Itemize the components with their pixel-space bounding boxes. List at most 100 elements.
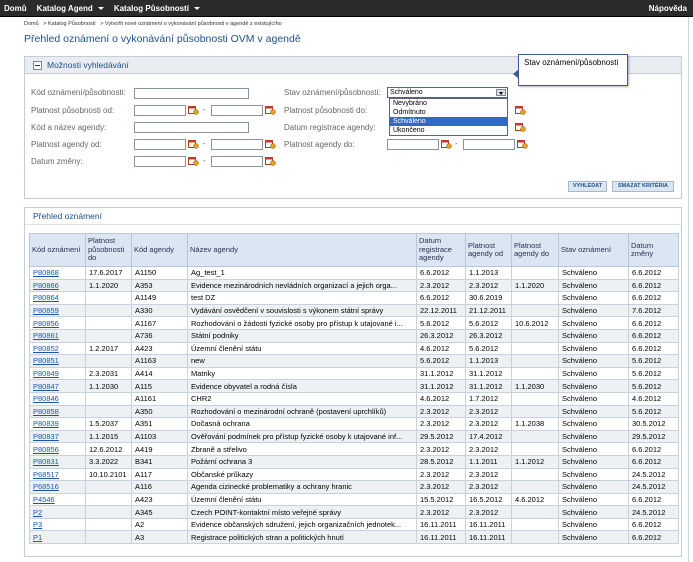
- table-row[interactable]: P80859 A330 Vydávání osvědčení v souvislos…: [29, 303, 679, 318]
- table-row[interactable]: P80847 1.1.2030 A115 Evidence obyvatel a ro…: [29, 379, 679, 393]
- nav-item-1[interactable]: Katalog Agend: [37, 4, 104, 13]
- stav-select[interactable]: Schváleno: [387, 87, 508, 98]
- table-row[interactable]: P80831 3.3.2022 B341 Požární ochrana 3 28.5.…: [29, 454, 679, 469]
- stav-option[interactable]: Odmítnuto: [390, 108, 507, 117]
- stav-option[interactable]: Ukončeno: [390, 126, 507, 135]
- table-cell: Schváleno: [558, 379, 629, 393]
- table-row[interactable]: P1 A3 Registrace politických stran a polit…: [29, 530, 679, 545]
- notice-code-link[interactable]: P80859: [29, 303, 86, 318]
- notice-code-link[interactable]: P80852: [29, 341, 86, 356]
- table-cell: Schváleno: [558, 417, 629, 431]
- notice-code-link[interactable]: P80868: [29, 266, 86, 280]
- column-header[interactable]: Platnost agendy do: [511, 233, 559, 267]
- calendar-icon[interactable]: [265, 156, 276, 166]
- table-row[interactable]: P80861 A736 Státní podniky 26.3.2012 26.3.20…: [29, 328, 679, 343]
- table-row[interactable]: P80866 1.1.2020 A353 Evidence mezinárodních…: [29, 278, 679, 293]
- calendar-icon[interactable]: [188, 105, 199, 115]
- notice-code-link[interactable]: P68517: [29, 467, 86, 482]
- table-cell: 2.3.2012: [416, 505, 466, 519]
- notice-code-link[interactable]: P80861: [29, 328, 86, 343]
- column-header[interactable]: Datum registrace agendy: [416, 233, 466, 267]
- help-link[interactable]: Nápověda: [649, 0, 687, 17]
- column-header[interactable]: Platnost agendy od: [465, 233, 512, 267]
- notice-code-link[interactable]: P80864: [29, 291, 86, 305]
- table-row[interactable]: P80868 17.6.2017 A1150 Ag_test_1 6.6.2012 1.1…: [29, 266, 679, 280]
- datum-zmeny-to-input[interactable]: [211, 156, 263, 167]
- notice-code-link[interactable]: P4546: [29, 492, 86, 507]
- platnost-pusobnosti-od-to-input[interactable]: [211, 105, 263, 116]
- notice-code-link[interactable]: P3: [29, 517, 86, 532]
- table-cell: Schváleno: [558, 480, 629, 494]
- table-row[interactable]: P80856 A1167 Rozhodování o žádosti fyzické…: [29, 316, 679, 330]
- table-row[interactable]: P80851 A1163 new 5.6.2012 1.1.2013 Schváleno 5…: [29, 354, 679, 368]
- nav-item-2[interactable]: Katalog Působností: [114, 4, 200, 13]
- table-row[interactable]: P80858 A350 Rozhodování o mezinárodní ochr…: [29, 404, 679, 419]
- notice-code-link[interactable]: P80837: [29, 429, 86, 444]
- column-header[interactable]: Kód oznámení: [29, 233, 86, 267]
- calendar-icon[interactable]: [188, 156, 199, 166]
- platnost-agendy-do-from-input[interactable]: [387, 139, 439, 150]
- datum-zmeny-from-input[interactable]: [134, 156, 186, 167]
- table-cell: 2.3.2012: [416, 442, 466, 456]
- search-button[interactable]: VYHLEDAT: [568, 181, 607, 192]
- nav-item-0[interactable]: Domů: [4, 4, 27, 13]
- platnost-agendy-do-to-input[interactable]: [463, 139, 515, 150]
- table-row[interactable]: P80864 A1149 test DZ 6.6.2012 30.6.2019 Schvá…: [29, 291, 679, 305]
- table-row[interactable]: P80846 A1161 CHR2 4.6.2012 1.7.2012 Schváleno…: [29, 391, 679, 406]
- column-header[interactable]: Název agendy: [187, 233, 417, 267]
- notice-code-link[interactable]: P80851: [29, 354, 86, 368]
- notice-code-link[interactable]: P80866: [29, 278, 86, 293]
- notice-code-link[interactable]: P80856: [29, 442, 86, 456]
- calendar-icon[interactable]: [441, 139, 452, 149]
- table-cell: Schváleno: [558, 517, 629, 532]
- table-cell: Zbraně a střelivo: [187, 442, 417, 456]
- table-cell: A1150: [131, 266, 188, 280]
- platnost-agendy-od-from-input[interactable]: [134, 139, 186, 150]
- chevron-down-icon[interactable]: [496, 89, 506, 96]
- kod-oznameni-input[interactable]: [134, 88, 249, 99]
- notice-code-link[interactable]: P80847: [29, 379, 86, 393]
- notice-code-link[interactable]: P2: [29, 505, 86, 519]
- table-row[interactable]: P80856 12.6.2012 A419 Zbraně a střelivo 2.3.…: [29, 442, 679, 456]
- column-header[interactable]: Stav oznámení: [558, 233, 629, 267]
- notice-code-link[interactable]: P80849: [29, 366, 86, 381]
- table-row[interactable]: P80839 1.5.2037 A351 Dočasná ochrana 2.3.201…: [29, 417, 679, 431]
- kod-nazev-agendy-input[interactable]: [134, 122, 249, 133]
- table-cell: 1.1.2020: [85, 278, 132, 293]
- table-row[interactable]: P4546 A423 Územní členění státu 15.5.2012 16…: [29, 492, 679, 507]
- table-cell: 1.1.2030: [85, 379, 132, 393]
- notice-code-link[interactable]: P80858: [29, 404, 86, 419]
- table-row[interactable]: P68516 A116 Agenda cizinecké problematiky …: [29, 480, 679, 494]
- table-row[interactable]: P2 A345 Czech POINT-kontaktní místo veřejn…: [29, 505, 679, 519]
- notice-code-link[interactable]: P68516: [29, 480, 86, 494]
- notice-code-link[interactable]: P80831: [29, 454, 86, 469]
- calendar-icon[interactable]: [517, 139, 528, 149]
- column-header[interactable]: Datum změny: [628, 233, 679, 267]
- table-row[interactable]: P68517 10.10.2101 A117 Občanské průkazy 2.3.…: [29, 467, 679, 482]
- column-header[interactable]: Kód agendy: [131, 233, 188, 267]
- calendar-icon[interactable]: [515, 105, 526, 115]
- calendar-icon[interactable]: [188, 139, 199, 149]
- breadcrumb-katalog[interactable]: > Katalog Působností: [43, 21, 95, 27]
- stav-option[interactable]: Nevybráno: [390, 99, 507, 108]
- calendar-icon[interactable]: [515, 122, 526, 132]
- table-row[interactable]: P80837 1.1.2015 A1103 Ověřování podmínek pr…: [29, 429, 679, 444]
- table-row[interactable]: P80849 2.3.2031 A414 Matriky 31.1.2012 31.1.2…: [29, 366, 679, 381]
- notice-code-link[interactable]: P80856: [29, 316, 86, 330]
- table-cell: 31.1.2012: [465, 379, 512, 393]
- calendar-icon[interactable]: [265, 105, 276, 115]
- notice-code-link[interactable]: P80846: [29, 391, 86, 406]
- table-row[interactable]: P80852 1.2.2017 A423 Územní členění státu 4.…: [29, 341, 679, 356]
- clear-criteria-button[interactable]: SMAZAT KRITÉRIA: [612, 181, 674, 192]
- table-row[interactable]: P3 A2 Evidence občanských sdružení, jejich…: [29, 517, 679, 532]
- notice-code-link[interactable]: P80839: [29, 417, 86, 431]
- breadcrumb-home[interactable]: Domů: [24, 21, 39, 27]
- column-header[interactable]: Platnost působnosti do: [85, 233, 132, 267]
- platnost-agendy-od-to-input[interactable]: [211, 139, 263, 150]
- platnost-pusobnosti-od-from-input[interactable]: [134, 105, 186, 116]
- table-cell: Schváleno: [558, 366, 629, 381]
- calendar-icon[interactable]: [265, 139, 276, 149]
- notice-code-link[interactable]: P1: [29, 530, 86, 545]
- collapse-icon[interactable]: [33, 60, 42, 70]
- stav-option[interactable]: Schváleno: [390, 117, 507, 126]
